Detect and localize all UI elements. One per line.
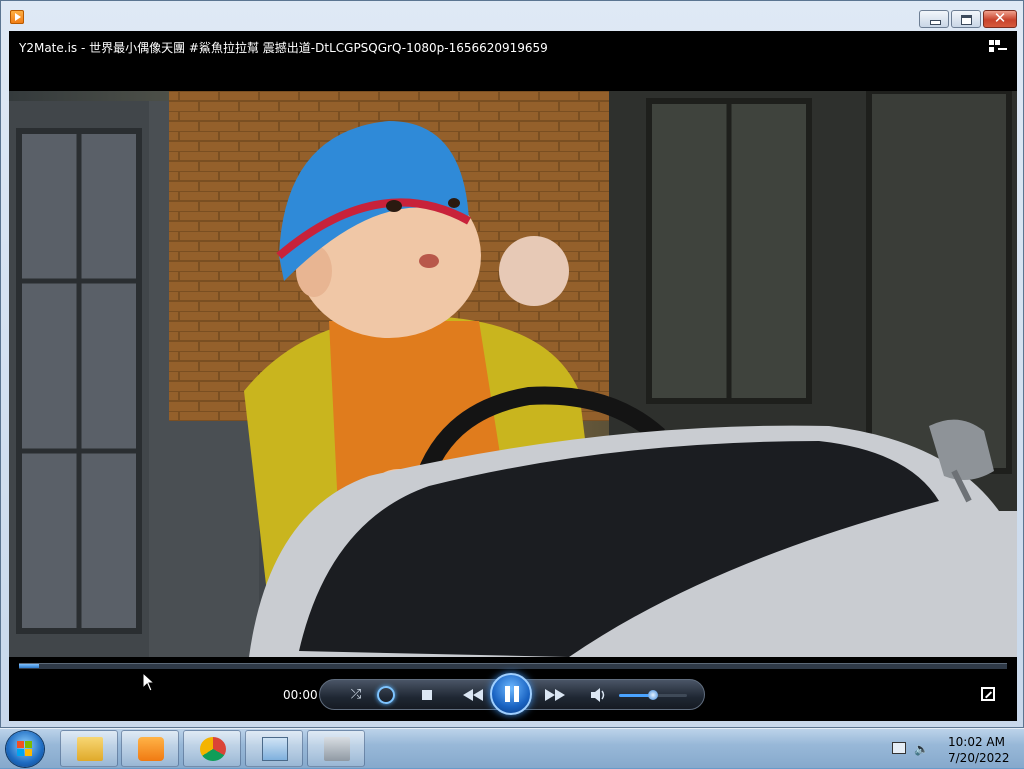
seek-bar[interactable] — [19, 663, 1007, 669]
maximize-button[interactable] — [951, 10, 981, 28]
taskbar-windows-media-player[interactable] — [121, 730, 179, 767]
video-frame[interactable] — [9, 91, 1017, 657]
clock-date[interactable]: 7/20/2022 — [948, 751, 1010, 765]
volume-icon[interactable]: 🔈 — [914, 742, 929, 756]
start-button[interactable] — [6, 731, 44, 767]
repeat-button[interactable] — [377, 686, 395, 704]
network-icon[interactable] — [892, 742, 906, 754]
folder-icon — [77, 737, 103, 761]
speaker-icon — [591, 688, 605, 702]
media-player-window: ✕ Y2Mate.is - 世界最小偶像天團 #鯊魚拉拉幫 震撼出道-DtLCG… — [0, 0, 1024, 728]
taskbar-control-panel[interactable] — [245, 730, 303, 767]
taskbar-google-chrome[interactable] — [183, 730, 241, 767]
pause-button[interactable] — [490, 673, 532, 715]
minimize-button[interactable] — [919, 10, 949, 28]
shuffle-button[interactable]: ⤮ — [347, 686, 365, 704]
media-player-icon[interactable] — [10, 10, 24, 24]
switch-library-icon[interactable] — [989, 40, 1007, 54]
clock-time[interactable]: 10:02 AM — [948, 735, 1005, 749]
title-bar[interactable]: ✕ — [1, 1, 1023, 31]
taskbar-installer[interactable] — [307, 730, 365, 767]
next-button[interactable] — [541, 686, 571, 704]
close-button[interactable]: ✕ — [983, 9, 1017, 28]
video-still — [9, 91, 1017, 657]
previous-button[interactable] — [459, 686, 489, 704]
volume-slider[interactable] — [619, 690, 687, 700]
stop-button[interactable] — [418, 686, 436, 704]
close-icon: ✕ — [993, 9, 1007, 27]
mute-button[interactable] — [589, 686, 607, 704]
mouse-cursor-icon — [142, 672, 156, 692]
shuffle-icon: ⤮ — [350, 687, 362, 702]
pause-icon — [505, 686, 510, 702]
fullscreen-icon[interactable] — [981, 687, 995, 701]
system-tray: 🔈 10:02 AM 7/20/2022 — [884, 729, 1024, 769]
media-player-icon — [138, 737, 164, 761]
installer-icon — [324, 737, 350, 761]
volume-thumb[interactable] — [648, 690, 658, 700]
taskbar-windows-explorer[interactable] — [60, 730, 118, 767]
player-area: Y2Mate.is - 世界最小偶像天團 #鯊魚拉拉幫 震撼出道-DtLCGPS… — [9, 31, 1017, 721]
elapsed-time: 00:00 — [283, 688, 318, 702]
seek-progress — [19, 664, 39, 668]
media-title: Y2Mate.is - 世界最小偶像天團 #鯊魚拉拉幫 震撼出道-DtLCGPS… — [19, 41, 548, 55]
control-panel-icon — [262, 737, 288, 761]
taskbar: 🔈 10:02 AM 7/20/2022 — [0, 728, 1024, 768]
chrome-icon — [200, 737, 226, 761]
